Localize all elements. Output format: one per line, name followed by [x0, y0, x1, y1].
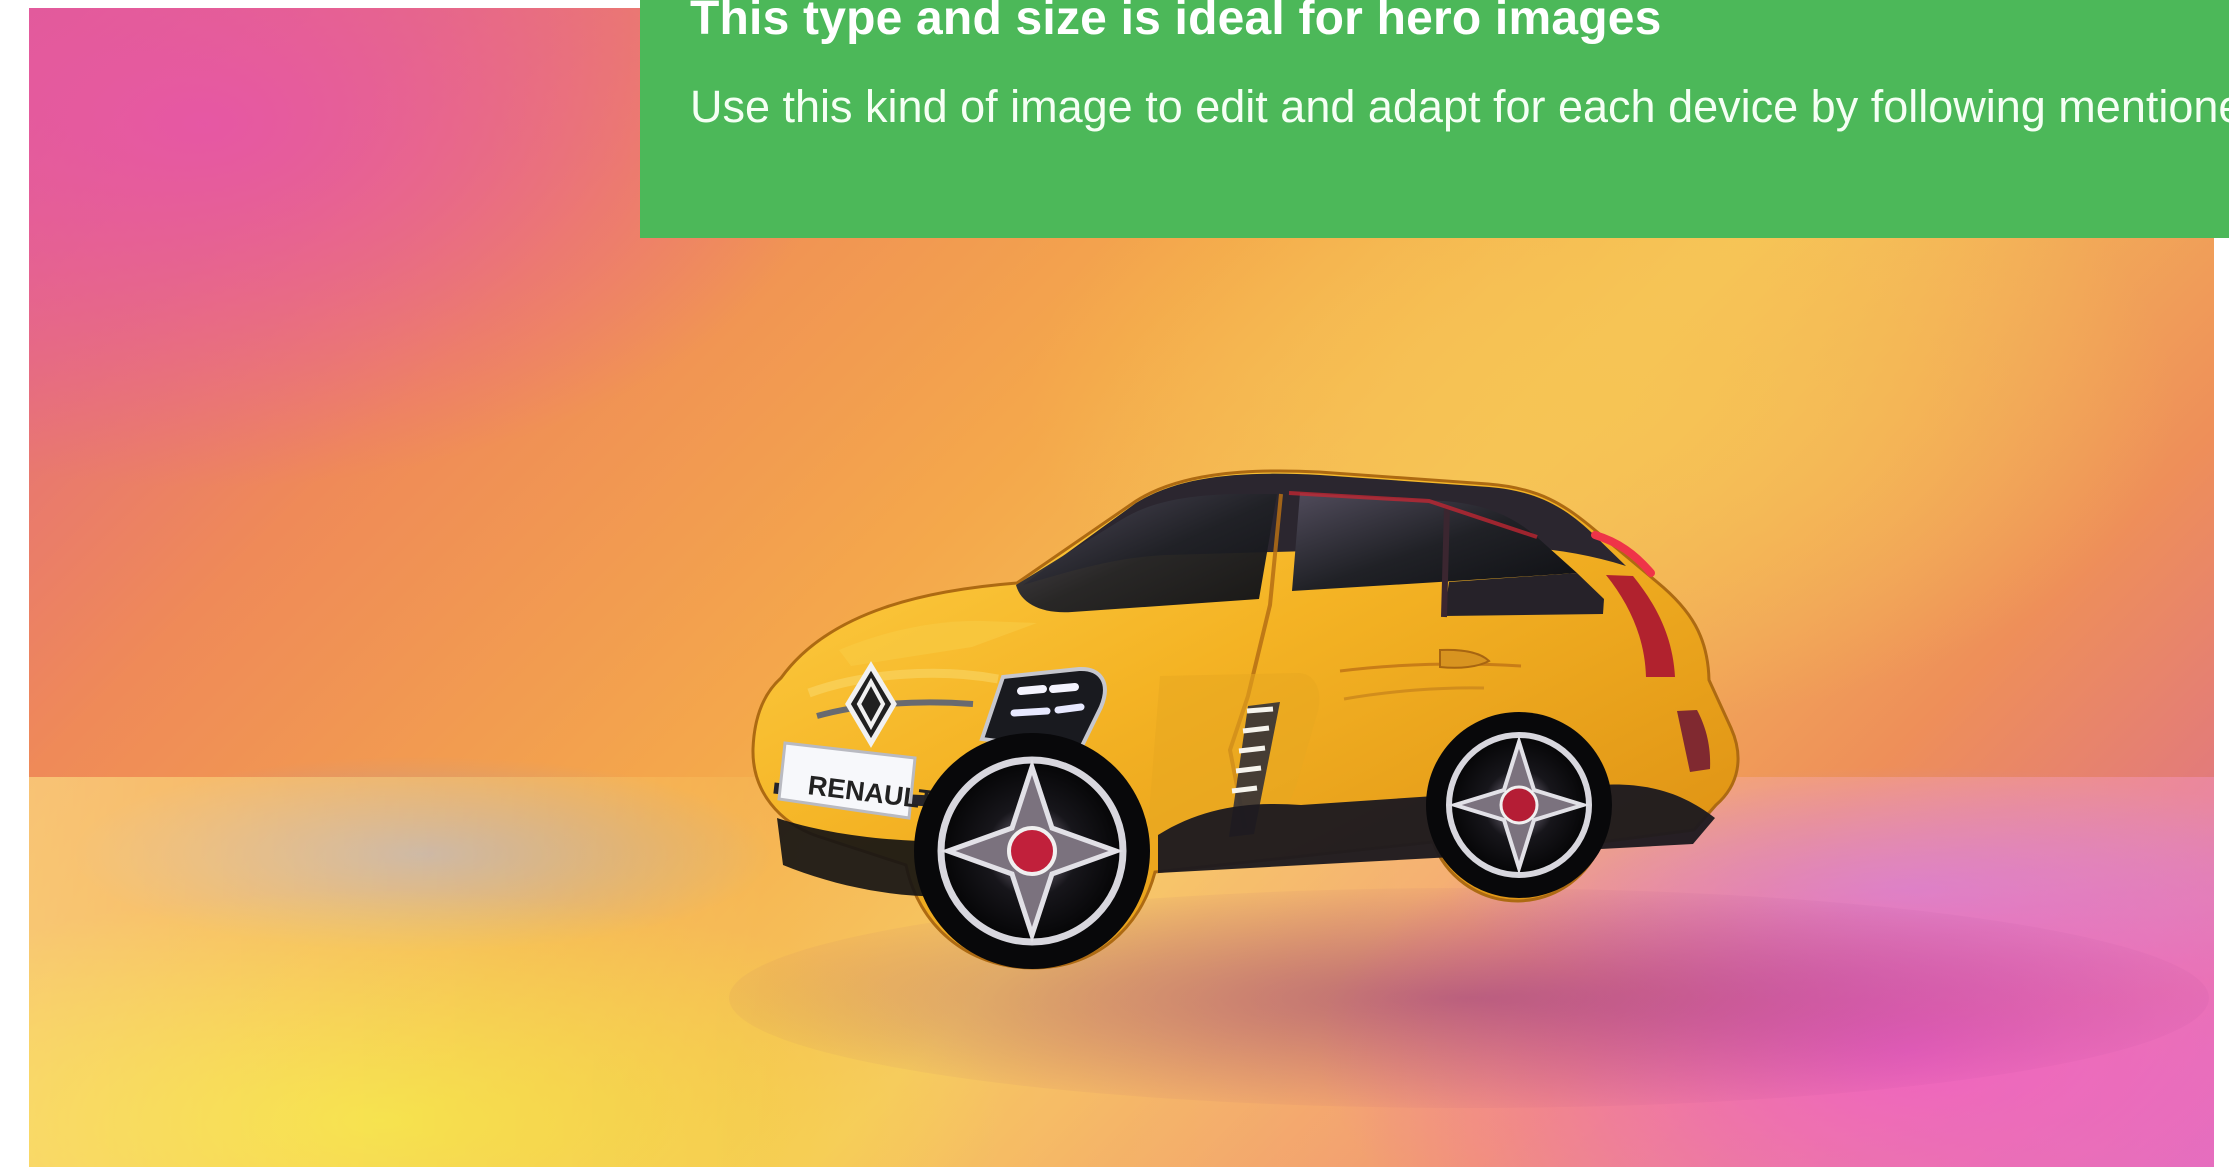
panel-title: This type and size is ideal for hero ima…	[690, 0, 1662, 45]
panel-description: Use this kind of image to edit and adapt…	[690, 81, 2229, 132]
front-wheel-icon	[914, 733, 1150, 969]
hero-preview-page: RENAULT 5 This type and size is ideal fo…	[0, 0, 2229, 1167]
hero-info-panel: This type and size is ideal for hero ima…	[640, 0, 2229, 238]
rear-wheel-icon	[1426, 712, 1612, 898]
yellow-car-illustration: RENAULT 5	[751, 469, 1740, 970]
